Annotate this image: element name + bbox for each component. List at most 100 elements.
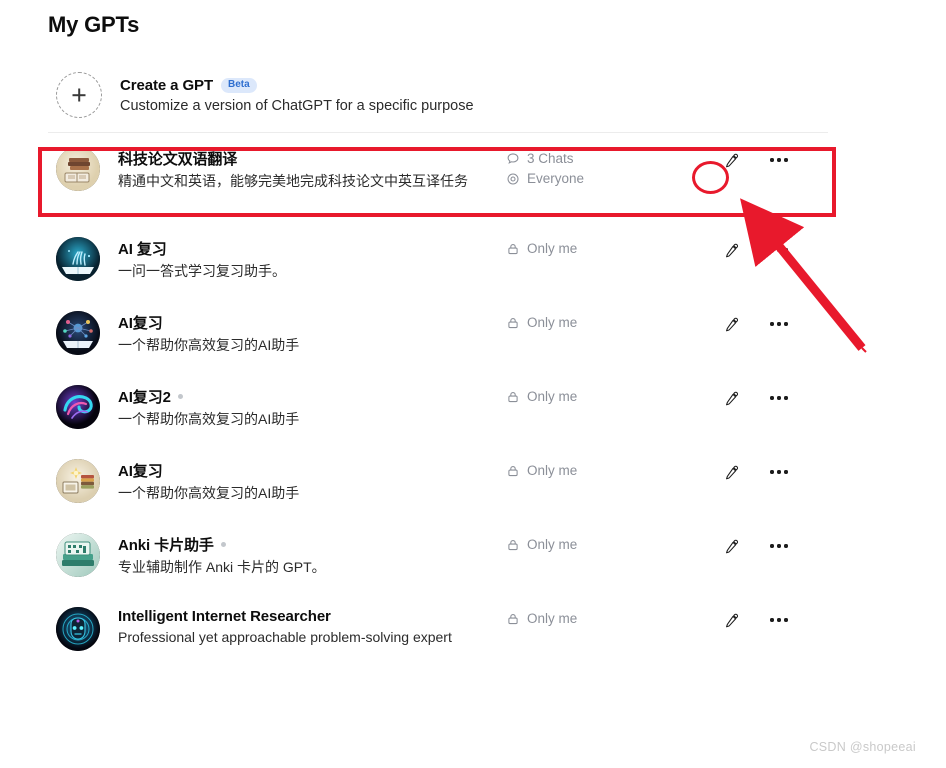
lock-icon: [506, 464, 520, 478]
create-a-gpt-text: Create a GPT Beta Customize a version of…: [120, 77, 474, 114]
gpt-title-line: AI复习2: [118, 386, 488, 407]
gpt-title-line: Intelligent Internet Researcher: [118, 608, 488, 625]
more-options-button[interactable]: [768, 149, 790, 171]
gpt-title-line: AI复习: [118, 460, 488, 481]
neon-swirl-avatar: [56, 385, 100, 429]
gpt-meta: Only me: [506, 385, 686, 408]
gpt-meta: Only me: [506, 533, 686, 556]
gpt-status-dot: [177, 394, 183, 399]
gpt-row-actions: [720, 533, 830, 557]
gpt-meta-line: Only me: [506, 462, 686, 480]
gpt-meta: Only me: [506, 459, 686, 482]
gpt-title: 科技论文双语翻译: [118, 151, 238, 168]
ellipsis-icon: [770, 544, 788, 548]
robot-face-avatar: [56, 607, 100, 651]
ellipsis-icon: [770, 618, 788, 622]
gpt-meta-line: Only me: [506, 240, 686, 258]
gpt-row-main: Anki 卡片助手 专业辅助制作 Anki 卡片的 GPT。: [118, 533, 488, 578]
gpt-list: Create a GPT Beta Customize a version of…: [48, 64, 830, 667]
gpt-title-line: Anki 卡片助手: [118, 534, 488, 555]
edit-button[interactable]: [720, 149, 742, 171]
gpt-subtitle: 一个帮助你高效复习的AI助手: [118, 485, 300, 501]
gpt-title: AI复习2: [118, 389, 171, 406]
gpt-row-main: AI复习2 一个帮助你高效复习的AI助手: [118, 385, 488, 430]
gpt-title-line: 科技论文双语翻译: [118, 148, 488, 169]
gpt-subtitle: 一问一答式学习复习助手。: [118, 263, 286, 279]
gpt-row-actions: [720, 385, 830, 409]
gpt-title-line: AI 复习: [118, 238, 488, 259]
beta-badge: Beta: [221, 77, 257, 93]
gpt-meta-line: Everyone: [506, 170, 686, 188]
gpt-rows-container: 科技论文双语翻译精通中文和英语，能够完美地完成科技论文中英互译任务 3 Chats…: [48, 133, 830, 667]
my-gpts-page: My GPTs Create a GPT Beta Customize a ve…: [0, 0, 946, 768]
gpt-row[interactable]: Intelligent Internet Researcher Professio…: [48, 593, 830, 667]
gpt-meta-label: Only me: [527, 241, 578, 256]
create-a-gpt-row[interactable]: Create a GPT Beta Customize a version of…: [48, 64, 830, 126]
gpt-meta-line: Only me: [506, 388, 686, 406]
gpt-row[interactable]: AI复习一个帮助你高效复习的AI助手 Only me: [48, 297, 830, 371]
edit-button[interactable]: [720, 239, 742, 261]
gpt-subtitle: Professional yet approachable problem-so…: [118, 629, 452, 645]
gpt-meta: Only me: [506, 237, 686, 260]
create-a-gpt-title: Create a GPT: [120, 76, 214, 94]
gpt-subtitle: 一个帮助你高效复习的AI助手: [118, 337, 300, 353]
lock-icon: [506, 538, 520, 552]
gpt-row-actions: [720, 237, 830, 261]
gpt-title: AI 复习: [118, 241, 167, 258]
ellipsis-icon: [770, 322, 788, 326]
globe-icon: [506, 172, 520, 186]
gpt-title-line: AI复习: [118, 312, 488, 333]
edit-button[interactable]: [720, 461, 742, 483]
gpt-row[interactable]: 科技论文双语翻译精通中文和英语，能够完美地完成科技论文中英互译任务 3 Chats…: [48, 133, 830, 223]
gpt-subtitle: 精通中文和英语，能够完美地完成科技论文中英互译任务: [118, 173, 468, 189]
edit-button[interactable]: [720, 609, 742, 631]
more-options-button[interactable]: [768, 535, 790, 557]
watermark: CSDN @shopeeai: [809, 740, 916, 754]
gpt-subtitle: 一个帮助你高效复习的AI助手: [118, 411, 300, 427]
edit-button[interactable]: [720, 313, 742, 335]
create-a-gpt-subtitle: Customize a version of ChatGPT for a spe…: [120, 97, 474, 114]
lock-icon: [506, 390, 520, 404]
gpt-meta-line: Only me: [506, 536, 686, 554]
gpt-row[interactable]: Anki 卡片助手 专业辅助制作 Anki 卡片的 GPT。 Only me: [48, 519, 830, 593]
gpt-meta-label: Only me: [527, 389, 578, 404]
books-stack-avatar: [56, 147, 100, 191]
page-title: My GPTs: [48, 12, 140, 37]
gpt-meta: Only me: [506, 607, 686, 630]
more-options-button[interactable]: [768, 239, 790, 261]
gpt-meta-label: Only me: [527, 463, 578, 478]
gpt-title: Anki 卡片助手: [118, 537, 214, 554]
chat-bubble-icon: [506, 152, 520, 166]
lock-icon: [506, 612, 520, 626]
gpt-row-main: Intelligent Internet Researcher Professio…: [118, 607, 488, 648]
more-options-button[interactable]: [768, 387, 790, 409]
gpt-meta-label: Only me: [527, 611, 578, 626]
gpt-meta-label: Only me: [527, 537, 578, 552]
edit-button[interactable]: [720, 535, 742, 557]
gpt-meta-line: Only me: [506, 314, 686, 332]
gpt-row[interactable]: AI 复习一问一答式学习复习助手。 Only me: [48, 223, 830, 297]
gpt-meta-label: Only me: [527, 315, 578, 330]
gpt-row-main: 科技论文双语翻译精通中文和英语，能够完美地完成科技论文中英互译任务: [118, 147, 488, 192]
gpt-row-main: AI复习一个帮助你高效复习的AI助手: [118, 311, 488, 356]
gpt-meta-label: Everyone: [527, 171, 585, 186]
more-options-button[interactable]: [768, 609, 790, 631]
gpt-meta-line: Only me: [506, 610, 686, 628]
gpt-status-dot: [220, 542, 226, 547]
more-options-button[interactable]: [768, 461, 790, 483]
gpt-row-main: AI 复习一问一答式学习复习助手。: [118, 237, 488, 282]
ellipsis-icon: [770, 248, 788, 252]
gpt-row[interactable]: AI复习一个帮助你高效复习的AI助手 Only me: [48, 445, 830, 519]
gpt-meta: Only me: [506, 311, 686, 334]
network-book-avatar: [56, 311, 100, 355]
lock-icon: [506, 242, 520, 256]
gpt-title: Intelligent Internet Researcher: [118, 608, 331, 625]
edit-button[interactable]: [720, 387, 742, 409]
gpt-row-actions: [720, 607, 830, 631]
gpt-meta-label: 3 Chats: [527, 151, 574, 166]
ellipsis-icon: [770, 158, 788, 162]
ellipsis-icon: [770, 396, 788, 400]
gpt-row[interactable]: AI复习2 一个帮助你高效复习的AI助手 Only me: [48, 371, 830, 445]
create-a-gpt-title-line: Create a GPT Beta: [120, 77, 474, 94]
more-options-button[interactable]: [768, 313, 790, 335]
